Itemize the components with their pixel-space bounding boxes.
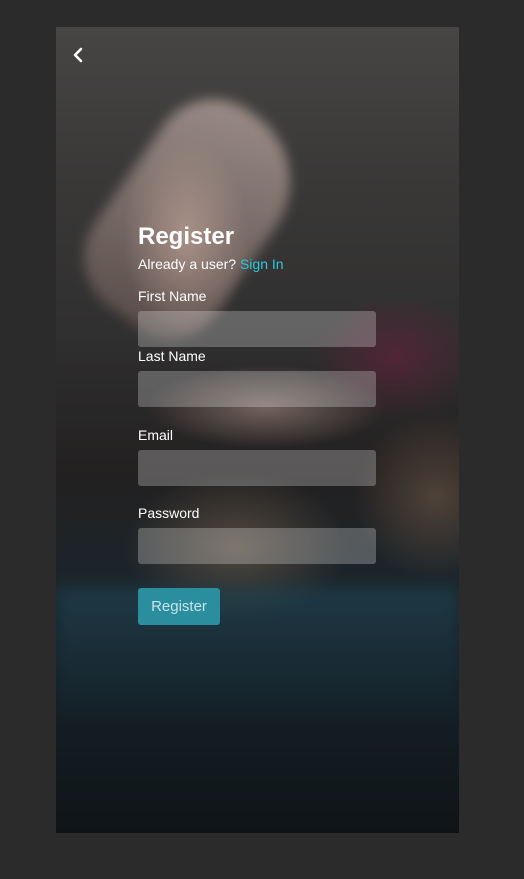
- chevron-left-icon: [73, 47, 83, 63]
- email-field[interactable]: [138, 450, 376, 486]
- first-name-label: First Name: [138, 288, 207, 304]
- password-group: Password: [138, 504, 378, 564]
- signin-link[interactable]: Sign In: [240, 256, 284, 272]
- signin-prompt: Already a user?: [138, 256, 237, 272]
- first-name-group: First Name: [138, 287, 378, 347]
- password-label: Password: [138, 505, 200, 521]
- password-field[interactable]: [138, 528, 376, 564]
- first-name-field[interactable]: [138, 311, 376, 347]
- email-group: Email: [138, 426, 378, 486]
- signin-row: Already a user? Sign In: [138, 255, 378, 273]
- register-button[interactable]: Register: [138, 588, 220, 625]
- register-form: Register Already a user? Sign In First N…: [138, 223, 378, 625]
- email-label: Email: [138, 427, 174, 443]
- last-name-group: Last Name: [138, 347, 378, 407]
- last-name-label: Last Name: [138, 348, 206, 364]
- last-name-field[interactable]: [138, 371, 376, 407]
- phone-screen: Register Already a user? Sign In First N…: [56, 27, 459, 833]
- back-button[interactable]: [66, 41, 90, 69]
- page-title: Register: [138, 223, 235, 250]
